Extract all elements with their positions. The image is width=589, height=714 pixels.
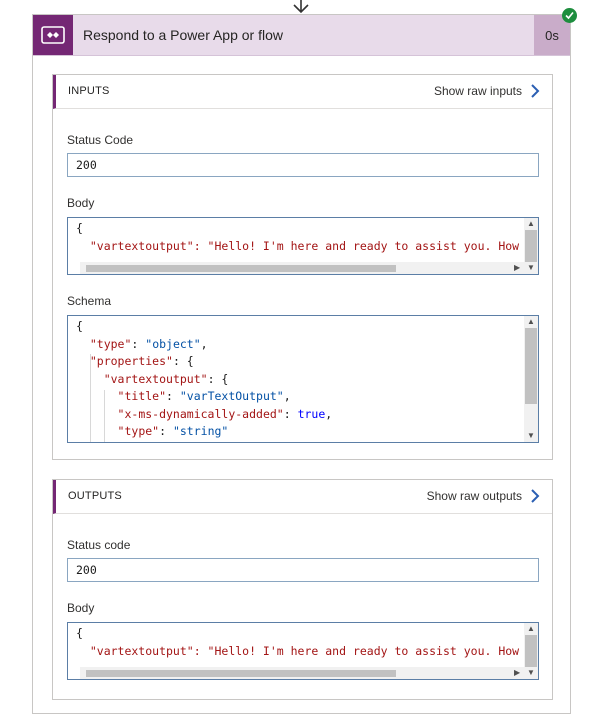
- status-code-field[interactable]: 200: [67, 558, 539, 582]
- code-line: {: [76, 319, 83, 333]
- schema-code-editor[interactable]: { "type": "object", "properties": { "var…: [67, 315, 539, 443]
- success-check-icon: [562, 8, 577, 23]
- body-vertical-scrollbar[interactable]: ▲ ▼: [524, 623, 538, 679]
- connector-arrow-icon: [293, 0, 309, 14]
- scroll-thumb[interactable]: [525, 635, 537, 667]
- code-line: "type": "string": [117, 424, 229, 438]
- scroll-down-icon[interactable]: ▼: [524, 262, 538, 274]
- code-line: "type": "object",: [89, 336, 208, 351]
- body-label: Body: [67, 601, 95, 615]
- body-code-editor[interactable]: { "vartextoutput": "Hello! I'm here and …: [67, 217, 539, 275]
- chevron-right-icon[interactable]: [530, 83, 540, 99]
- scroll-up-icon[interactable]: ▲: [524, 623, 538, 635]
- inputs-title: INPUTS: [68, 85, 110, 97]
- code-line: {: [76, 626, 83, 640]
- scroll-down-icon[interactable]: ▼: [524, 430, 538, 442]
- scroll-right-icon[interactable]: ▶: [514, 262, 524, 274]
- action-card: Respond to a Power App or flow 0s INPUTS…: [32, 14, 571, 714]
- outputs-header: OUTPUTS Show raw outputs: [53, 480, 552, 514]
- scroll-right-icon[interactable]: ▶: [514, 667, 524, 679]
- status-code-label: Status code: [67, 538, 131, 552]
- body-vertical-scrollbar[interactable]: ▲ ▼: [524, 218, 538, 274]
- scroll-down-icon[interactable]: ▼: [524, 667, 538, 679]
- inputs-header: INPUTS Show raw inputs: [53, 75, 552, 109]
- code-line: "title": "varTextOutput",: [117, 389, 291, 403]
- status-code-label: Status Code: [67, 133, 134, 147]
- code-line: "vartextoutput": "Hello! I'm here and re…: [76, 238, 539, 253]
- schema-label: Schema: [67, 294, 112, 308]
- code-line: "properties": {: [89, 354, 194, 368]
- scroll-thumb[interactable]: [86, 670, 396, 677]
- outputs-section: OUTPUTS Show raw outputs Status code 200…: [52, 479, 553, 700]
- body-code: { "vartextoutput": "Hello! I'm here and …: [76, 625, 539, 660]
- scroll-thumb[interactable]: [525, 328, 537, 404]
- show-raw-inputs-link[interactable]: Show raw inputs: [434, 84, 522, 98]
- inputs-section: INPUTS Show raw inputs Status Code 200 B…: [52, 74, 553, 460]
- scroll-thumb[interactable]: [525, 230, 537, 262]
- body-code: { "vartextoutput": "Hello! I'm here and …: [76, 220, 539, 255]
- body-label: Body: [67, 196, 95, 210]
- scroll-up-icon[interactable]: ▲: [524, 316, 538, 328]
- scroll-up-icon[interactable]: ▲: [524, 218, 538, 230]
- action-header[interactable]: Respond to a Power App or flow 0s: [33, 15, 570, 56]
- body-horizontal-scrollbar[interactable]: [80, 262, 524, 274]
- action-title: Respond to a Power App or flow: [83, 27, 284, 43]
- outputs-title: OUTPUTS: [68, 490, 122, 502]
- scroll-thumb[interactable]: [86, 265, 396, 272]
- body-code-editor[interactable]: { "vartextoutput": "Hello! I'm here and …: [67, 622, 539, 680]
- show-raw-outputs-link[interactable]: Show raw outputs: [427, 489, 522, 503]
- code-line: "x-ms-dynamically-added": true,: [117, 406, 333, 421]
- status-code-field[interactable]: 200: [67, 153, 539, 177]
- code-line: "vartextoutput": "Hello! I'm here and re…: [76, 643, 539, 658]
- body-horizontal-scrollbar[interactable]: [80, 667, 524, 679]
- schema-code: { "type": "object", "properties": { "var…: [76, 318, 332, 441]
- chevron-right-icon[interactable]: [530, 488, 540, 504]
- code-line: "vartextoutput": {: [103, 371, 229, 386]
- schema-vertical-scrollbar[interactable]: ▲ ▼: [524, 316, 538, 442]
- power-apps-icon: [33, 15, 73, 55]
- code-line: {: [76, 221, 83, 235]
